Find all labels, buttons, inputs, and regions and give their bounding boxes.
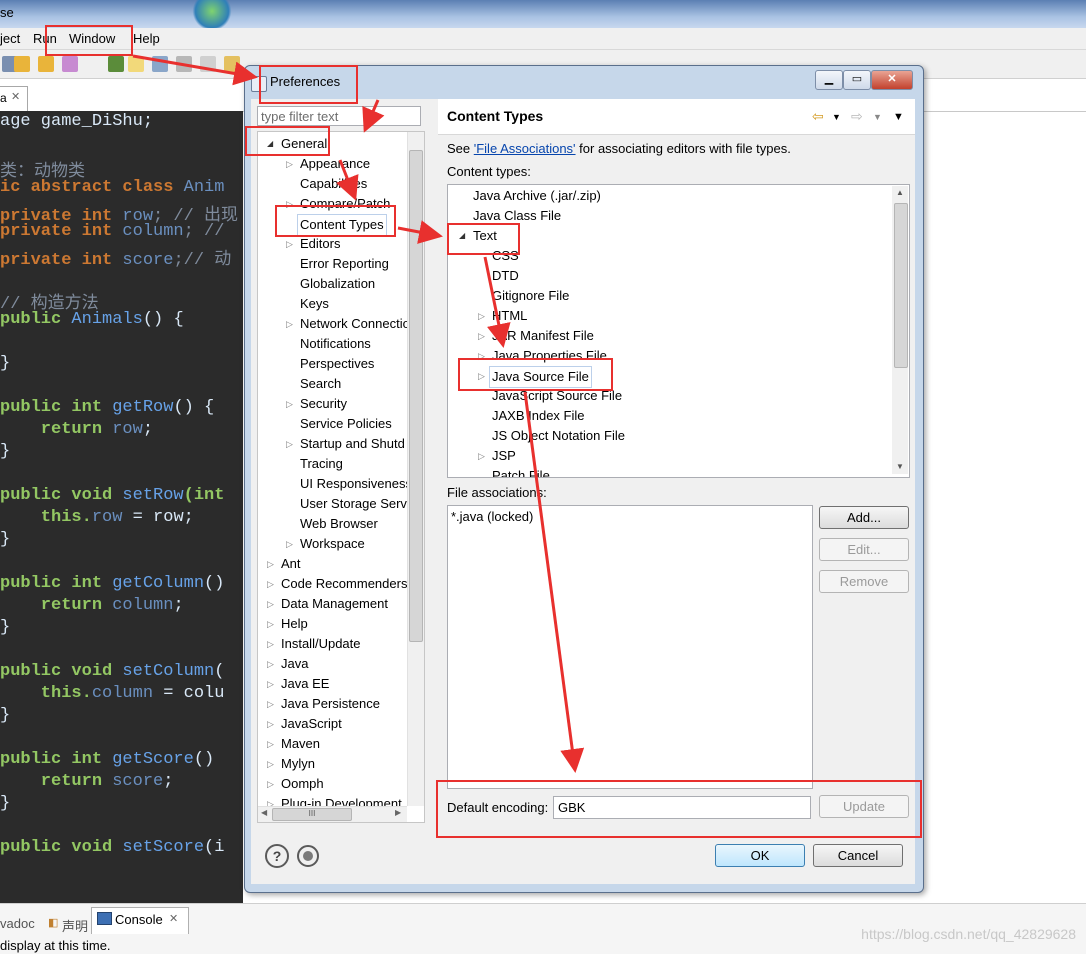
- arrow-preferences-to-general: [362, 99, 385, 133]
- arrow-general-to-content-types: [336, 159, 359, 201]
- arrow-window-to-preferences: [132, 54, 258, 86]
- arrow-text-to-java-source: [483, 256, 511, 348]
- annotation-arrows: [132, 54, 585, 773]
- arrow-java-source-to-encoding: [523, 391, 585, 773]
- arrow-content-types-to-text: [397, 220, 443, 244]
